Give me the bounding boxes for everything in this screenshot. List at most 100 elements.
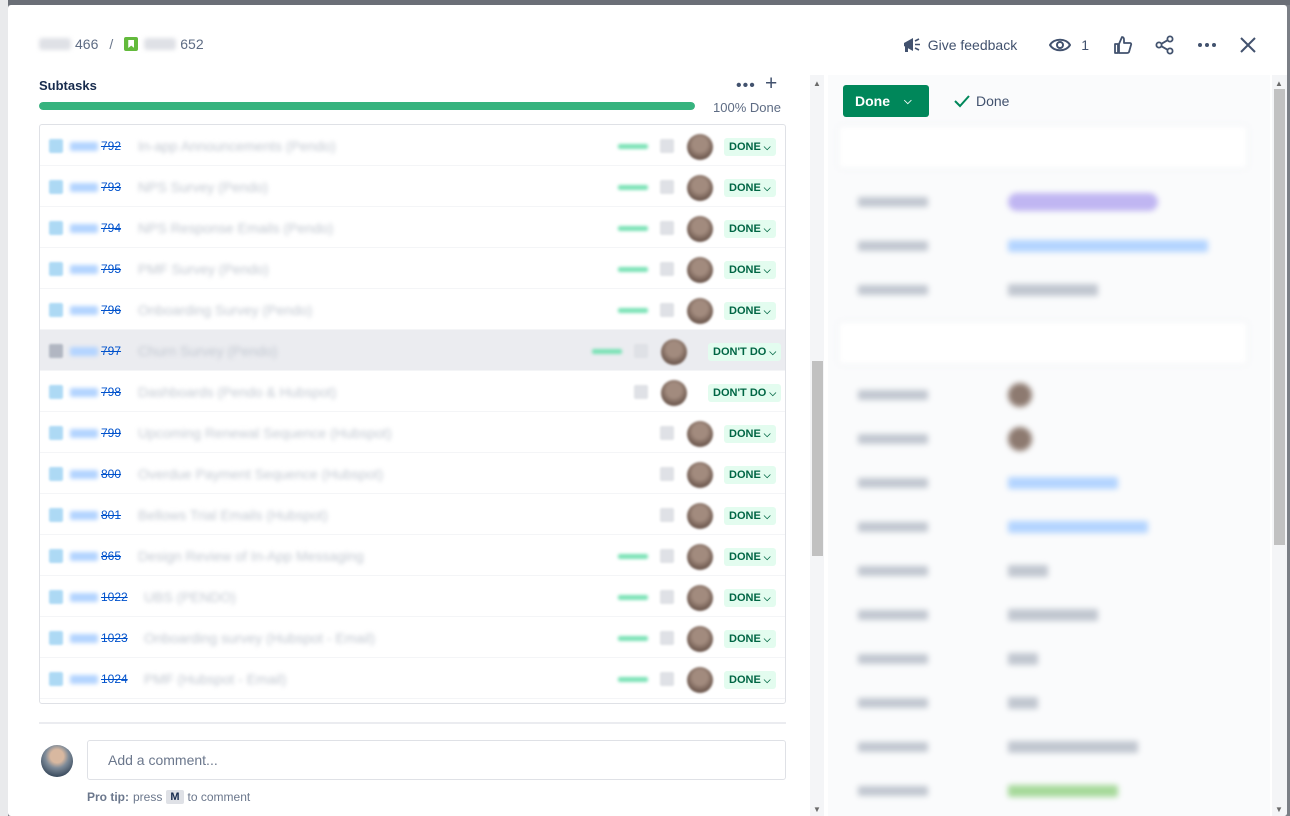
status-dropdown[interactable]: DONE ⌵ — [724, 179, 776, 197]
avatar[interactable] — [687, 462, 713, 488]
subtask-row[interactable]: 801 Bellows Trial Emails (Hubspot) DONE ⌵ — [40, 494, 785, 535]
avatar[interactable] — [687, 544, 713, 570]
status-dropdown[interactable]: DONE ⌵ — [724, 548, 776, 566]
subtask-key[interactable]: 865 — [101, 549, 121, 563]
subtask-row[interactable]: 800 Overdue Payment Sequence (Hubspot) DON… — [40, 453, 785, 494]
subtask-summary[interactable]: NPS Survey (Pendo) — [138, 179, 268, 195]
project-key-blurred — [70, 224, 98, 233]
subtask-summary[interactable]: NPS Response Emails (Pendo) — [138, 220, 333, 236]
subtask-key[interactable]: 797 — [101, 344, 121, 358]
avatar[interactable] — [687, 298, 713, 324]
field-label — [858, 610, 928, 620]
status-dropdown[interactable]: DONE ⌵ — [724, 220, 776, 238]
status-dropdown[interactable]: DON'T DO ⌵ — [708, 384, 782, 402]
avatar[interactable] — [687, 585, 713, 611]
scroll-down-icon[interactable]: ▼ — [813, 805, 821, 814]
subtask-summary[interactable]: Bellows Trial Emails (Hubspot) — [138, 507, 328, 523]
avatar[interactable] — [661, 380, 687, 406]
subtask-row[interactable]: 1023 Onboarding survey (Hubspot - Email) D… — [40, 617, 785, 658]
give-feedback-button[interactable]: Give feedback — [902, 36, 1017, 54]
status-dropdown[interactable]: DONE ⌵ — [724, 302, 776, 320]
avatar[interactable] — [687, 175, 713, 201]
status-dropdown[interactable]: DONE ⌵ — [724, 138, 776, 156]
status-dropdown[interactable]: DON'T DO ⌵ — [708, 343, 782, 361]
status-dropdown-button[interactable]: Done ⌵ — [843, 85, 929, 117]
subtask-key[interactable]: 1022 — [101, 590, 128, 604]
subtask-summary[interactable]: Overdue Payment Sequence (Hubspot) — [138, 466, 383, 482]
subtask-key[interactable]: 796 — [101, 303, 121, 317]
subtask-row[interactable]: 796 Onboarding Survey (Pendo) DONE ⌵ — [40, 289, 785, 330]
close-button[interactable] — [1239, 36, 1257, 54]
more-actions-button[interactable] — [1197, 35, 1217, 55]
subtask-key[interactable]: 800 — [101, 467, 121, 481]
avatar[interactable] — [687, 626, 713, 652]
subtask-key[interactable]: 1024 — [101, 672, 128, 686]
side-panel-scrollbar[interactable]: ▲ ▼ — [1272, 75, 1287, 816]
avatar[interactable] — [687, 134, 713, 160]
subtask-row[interactable]: 798 Dashboards (Pendo & Hubspot) DON'T DO ⌵ — [40, 371, 785, 412]
avatar[interactable] — [687, 421, 713, 447]
subtask-summary[interactable]: Churn Survey (Pendo) — [138, 343, 277, 359]
chevron-down-icon: ⌵ — [763, 182, 771, 193]
chevron-down-icon: ⌵ — [763, 223, 771, 234]
status-dropdown[interactable]: DONE ⌵ — [724, 466, 776, 484]
subtask-summary[interactable]: Design Review of In-App Messaging — [138, 548, 364, 564]
avatar[interactable] — [687, 503, 713, 529]
subtask-row[interactable]: 799 Upcoming Renewal Sequence (Hubspot) DO… — [40, 412, 785, 453]
subtask-summary[interactable]: Onboarding survey (Hubspot - Email) — [144, 630, 375, 646]
avatar[interactable] — [687, 257, 713, 283]
subtask-row[interactable]: 1024 PMF (Hubspot - Email) DONE ⌵ — [40, 658, 785, 699]
watch-button[interactable]: 1 — [1049, 37, 1089, 53]
breadcrumb-current[interactable]: 652 — [180, 36, 203, 52]
subtask-summary[interactable]: Onboarding Survey (Pendo) — [138, 302, 312, 318]
subtask-row[interactable]: 865 Design Review of In-App Messaging DONE… — [40, 535, 785, 576]
subtask-summary[interactable]: Dashboards (Pendo & Hubspot) — [138, 384, 336, 400]
subtask-key[interactable]: 794 — [101, 221, 121, 235]
subtask-summary[interactable]: PMF (Hubspot - Email) — [144, 671, 286, 687]
subtask-row[interactable]: 792 In-app Announcements (Pendo) DONE ⌵ — [40, 125, 785, 166]
subtask-key[interactable]: 801 — [101, 508, 121, 522]
scroll-up-icon[interactable]: ▲ — [813, 79, 821, 88]
subtasks-add-icon[interactable]: + — [765, 72, 777, 96]
main-scrollbar[interactable]: ▲ ▼ — [810, 75, 824, 816]
subtask-key[interactable]: 1023 — [101, 631, 128, 645]
subtask-summary[interactable]: PMF Survey (Pendo) — [138, 261, 269, 277]
label-lozenge — [618, 554, 648, 559]
subtask-icon — [49, 426, 63, 440]
subtask-row[interactable]: 797 Churn Survey (Pendo) DON'T DO ⌵ — [40, 330, 785, 371]
status-dropdown[interactable]: DONE ⌵ — [724, 425, 776, 443]
like-button[interactable] — [1113, 35, 1133, 55]
scroll-up-icon[interactable]: ▲ — [1275, 79, 1283, 88]
avatar[interactable] — [687, 216, 713, 242]
subtask-row[interactable]: 793 NPS Survey (Pendo) DONE ⌵ — [40, 166, 785, 207]
status-label: DONE — [729, 510, 761, 522]
avatar[interactable] — [661, 339, 687, 365]
status-dropdown[interactable]: DONE ⌵ — [724, 507, 776, 525]
status-dropdown[interactable]: DONE ⌵ — [724, 630, 776, 648]
subtask-key[interactable]: 792 — [101, 139, 121, 153]
comment-input[interactable]: Add a comment... — [87, 740, 786, 780]
subtask-row[interactable]: 1022 UBS (PENDO) DONE ⌵ — [40, 576, 785, 617]
breadcrumb-parent[interactable]: 466 — [75, 36, 98, 52]
scroll-down-icon[interactable]: ▼ — [1275, 805, 1283, 814]
subtask-key[interactable]: 798 — [101, 385, 121, 399]
subtasks-more-icon[interactable]: ••• — [736, 77, 756, 95]
subtask-summary[interactable]: Upcoming Renewal Sequence (Hubspot) — [138, 425, 392, 441]
share-button[interactable] — [1155, 35, 1175, 55]
subtask-summary[interactable]: UBS (PENDO) — [144, 589, 236, 605]
avatar[interactable] — [687, 667, 713, 693]
chevron-down-icon: ⌵ — [769, 346, 777, 357]
field-value — [1008, 284, 1098, 296]
subtask-summary[interactable]: In-app Announcements (Pendo) — [138, 138, 336, 154]
status-dropdown[interactable]: DONE ⌵ — [724, 671, 776, 689]
subtask-row[interactable]: 794 NPS Response Emails (Pendo) DONE ⌵ — [40, 207, 785, 248]
status-dropdown[interactable]: DONE ⌵ — [724, 261, 776, 279]
status-dropdown[interactable]: DONE ⌵ — [724, 589, 776, 607]
scrollbar-thumb[interactable] — [812, 361, 823, 556]
scrollbar-thumb[interactable] — [1274, 89, 1285, 545]
subtask-key[interactable]: 793 — [101, 180, 121, 194]
subtask-key[interactable]: 795 — [101, 262, 121, 276]
subtask-row[interactable]: 795 PMF Survey (Pendo) DONE ⌵ — [40, 248, 785, 289]
subtask-key[interactable]: 799 — [101, 426, 121, 440]
project-key-blurred — [70, 265, 98, 274]
